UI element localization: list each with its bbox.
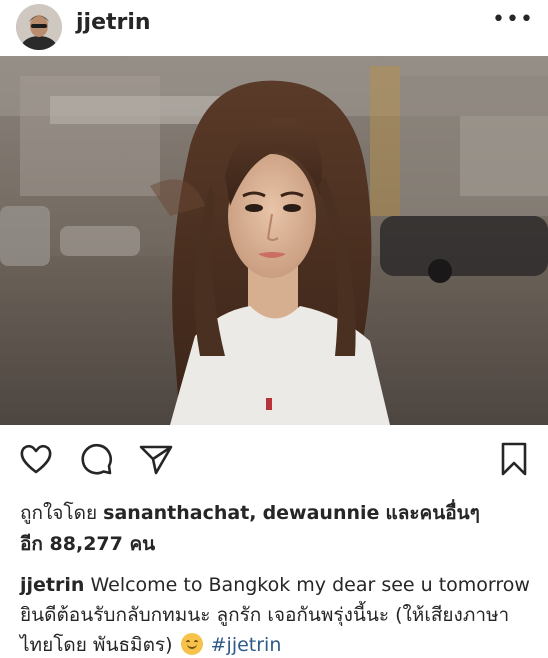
- more-options-button[interactable]: •••: [492, 6, 533, 34]
- post-photo[interactable]: [0, 56, 548, 425]
- save-button[interactable]: [496, 441, 532, 477]
- smile-emoji-icon: [180, 633, 203, 655]
- caption-username[interactable]: jjetrin: [20, 574, 84, 596]
- send-icon: [139, 445, 173, 475]
- liker-link[interactable]: dewaunnie: [263, 502, 380, 524]
- comment-icon: [81, 444, 113, 475]
- likes-and-others[interactable]: และคนอื่นๆ: [385, 502, 479, 524]
- likes-separator: ,: [249, 502, 257, 524]
- likes-count[interactable]: อีก 88,277 คน: [20, 533, 155, 555]
- likes-prefix: ถูกใจโดย: [20, 502, 98, 524]
- likes-summary: ถูกใจโดย sananthachat, dewaunnie และคนอื…: [20, 498, 536, 560]
- avatar[interactable]: [16, 4, 62, 50]
- liker-link[interactable]: sananthachat: [103, 502, 249, 524]
- post-caption: jjetrin Welcome to Bangkok my dear see u…: [20, 570, 540, 658]
- like-button[interactable]: [18, 441, 54, 477]
- post-username[interactable]: jjetrin: [76, 10, 151, 35]
- post-header: jjetrin •••: [0, 0, 548, 56]
- post-action-bar: [0, 425, 548, 491]
- heart-icon: [20, 444, 52, 474]
- share-button[interactable]: [138, 441, 174, 477]
- bookmark-icon: [501, 442, 527, 476]
- hashtag-link[interactable]: #jjetrin: [211, 634, 282, 656]
- comment-button[interactable]: [79, 441, 115, 477]
